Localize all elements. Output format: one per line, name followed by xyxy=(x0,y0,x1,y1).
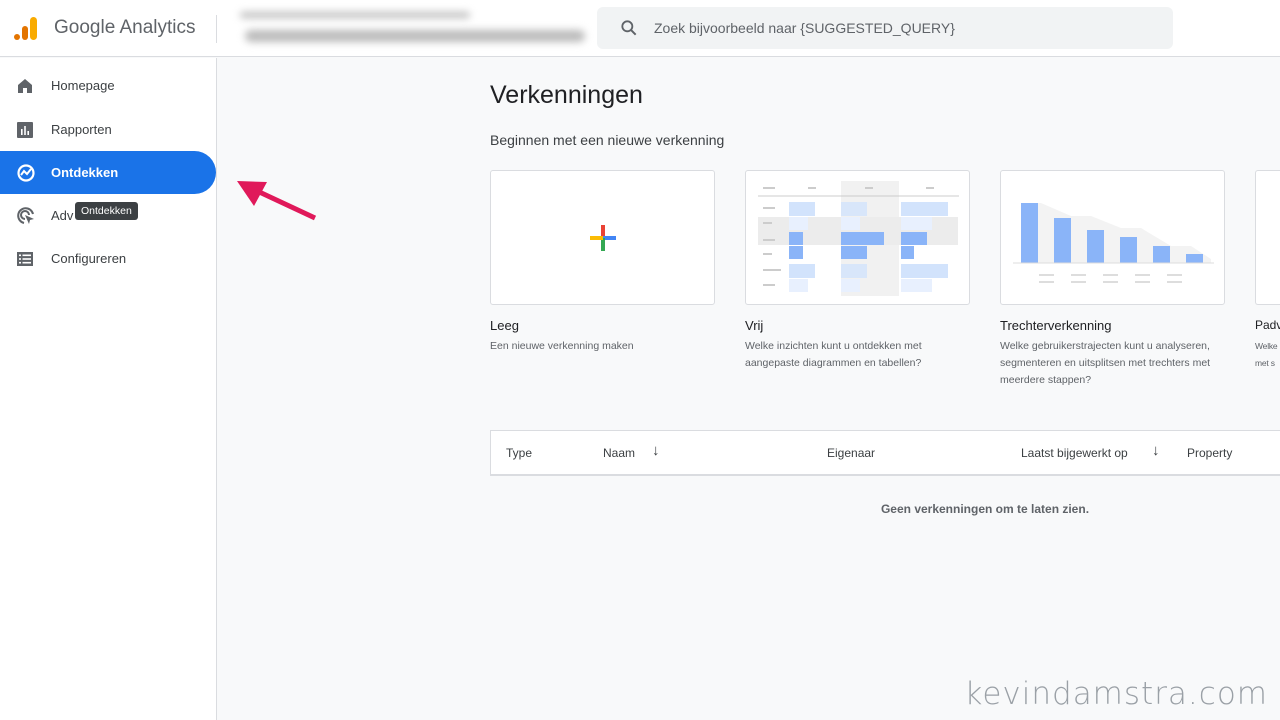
card-description: Welke met s xyxy=(1255,341,1278,368)
property-selector[interactable] xyxy=(245,30,585,42)
sidebar-item-label: Homepage xyxy=(51,78,115,93)
column-naam[interactable]: Naam xyxy=(603,446,635,460)
free-form-preview-icon xyxy=(758,181,959,296)
empty-state-text: Geen verkenningen om te laten zien. xyxy=(880,502,1090,516)
list-icon xyxy=(17,251,33,266)
card-description: Welke gebruikerstrajecten kunt u analyse… xyxy=(1000,340,1211,386)
annotation-arrow-icon xyxy=(237,181,317,221)
card-label: Padv xyxy=(1255,318,1280,332)
card-path[interactable] xyxy=(1255,170,1280,305)
bar-chart-icon xyxy=(17,121,33,138)
sidebar-item-label: Configureren xyxy=(51,251,127,266)
sidebar-item-ontdekken[interactable]: Ontdekken xyxy=(0,151,216,194)
watermark: kevindamstra.com xyxy=(964,676,1268,712)
card-label: Leeg xyxy=(490,318,519,333)
column-last-updated[interactable]: Laatst bijgewerkt op xyxy=(1021,446,1128,460)
app-name: Google Analytics xyxy=(54,17,196,38)
column-eigenaar[interactable]: Eigenaar xyxy=(827,446,875,460)
sidebar-item-label: Ontdekken xyxy=(51,165,119,180)
sidebar-item-homepage[interactable]: Homepage xyxy=(0,64,216,107)
divider xyxy=(216,15,217,43)
card-label: Vrij xyxy=(745,318,764,333)
sort-arrow-down-icon[interactable]: ↓ xyxy=(1152,442,1160,459)
search-icon xyxy=(621,20,637,36)
card-description: Een nieuwe verkenning maken xyxy=(490,340,634,352)
plus-icon xyxy=(590,225,616,251)
card-blank[interactable] xyxy=(490,170,715,305)
top-bar: Google Analytics Zoek bijvoorbeeld naar … xyxy=(0,0,1280,57)
account-selector[interactable] xyxy=(240,12,470,18)
funnel-preview-icon xyxy=(1013,203,1214,283)
advertising-icon xyxy=(17,206,34,224)
page-title: Verkenningen xyxy=(490,81,643,109)
sidebar-item-label: Rapporten xyxy=(51,122,112,137)
analytics-logo-icon[interactable] xyxy=(13,15,39,41)
explore-icon xyxy=(17,163,35,182)
sidebar-item-label: Adv xyxy=(51,208,74,223)
tooltip: Ontdekken xyxy=(75,202,138,220)
sort-arrow-down-icon[interactable]: ↓ xyxy=(652,442,660,459)
search-placeholder: Zoek bijvoorbeeld naar {SUGGESTED_QUERY} xyxy=(654,20,955,36)
column-type[interactable]: Type xyxy=(506,446,532,460)
card-funnel[interactable] xyxy=(1000,170,1225,305)
search-input[interactable]: Zoek bijvoorbeeld naar {SUGGESTED_QUERY} xyxy=(597,7,1173,49)
sidebar: Homepage Rapporten Ontdekken Adv Configu… xyxy=(0,58,217,720)
card-label: Trechterverkenning xyxy=(1000,318,1112,333)
card-free-form[interactable] xyxy=(745,170,970,305)
explorations-table-header: Type Naam ↓ Eigenaar Laatst bijgewerkt o… xyxy=(490,430,1280,476)
card-description: Welke inzichten kunt u ontdekken met aan… xyxy=(745,340,922,369)
sidebar-item-rapporten[interactable]: Rapporten xyxy=(0,108,216,151)
column-property[interactable]: Property xyxy=(1187,446,1232,460)
sidebar-item-configureren[interactable]: Configureren xyxy=(0,237,216,280)
home-icon xyxy=(18,78,32,93)
page-subtitle: Beginnen met een nieuwe verkenning xyxy=(490,132,725,148)
